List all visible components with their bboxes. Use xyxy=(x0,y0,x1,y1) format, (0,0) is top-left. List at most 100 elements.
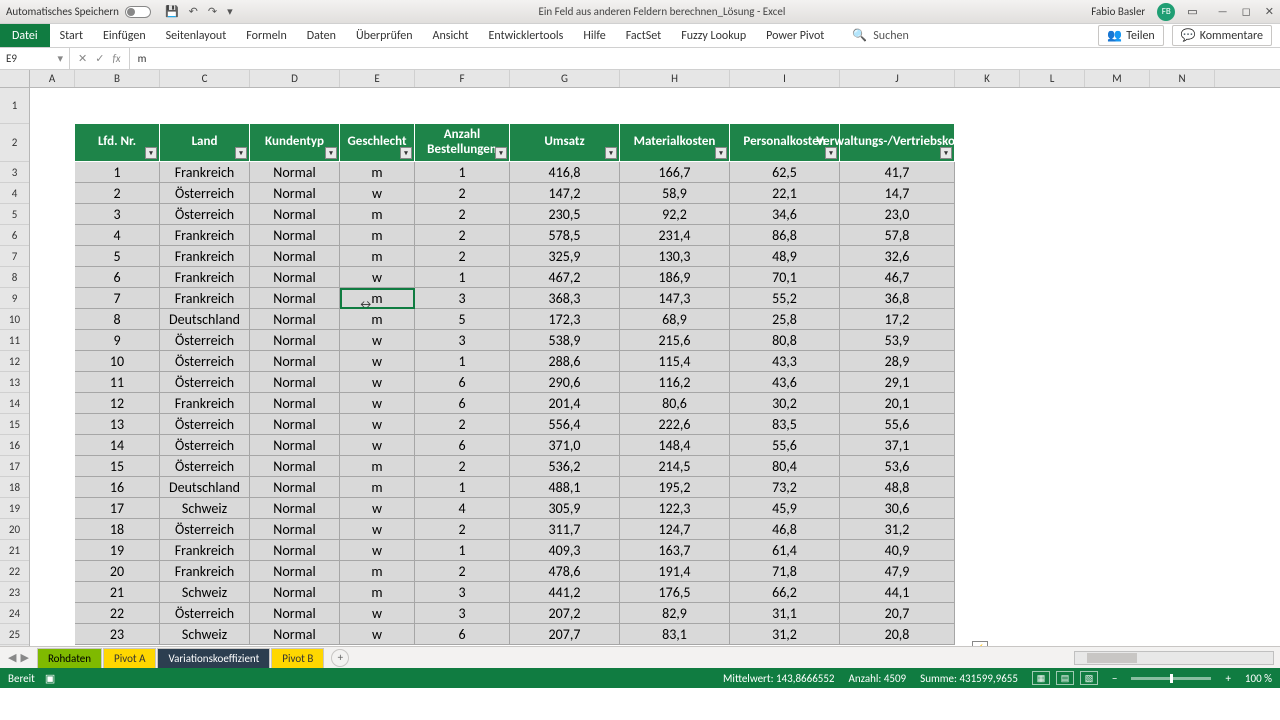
col-header[interactable]: L xyxy=(1020,70,1085,87)
worksheet-grid[interactable]: ABCDEFGHIJKLMN 1234567891011121314151617… xyxy=(0,70,1280,646)
col-header[interactable]: I xyxy=(730,70,840,87)
row-header[interactable]: 2 xyxy=(0,124,29,162)
save-icon[interactable]: 💾 xyxy=(165,5,179,18)
fx-icon[interactable]: fx xyxy=(112,52,120,65)
sheet-tab[interactable]: Pivot A xyxy=(103,648,156,668)
col-header[interactable]: E xyxy=(340,70,415,87)
tab-ansicht[interactable]: Ansicht xyxy=(423,24,479,47)
table-row[interactable]: 4FrankreichNormalm2578,5231,486,857,8 xyxy=(30,225,1215,246)
table-row[interactable]: 22ÖsterreichNormalw3207,282,931,120,7 xyxy=(30,603,1215,624)
col-header[interactable]: H xyxy=(620,70,730,87)
sheet-tab[interactable]: Rohdaten xyxy=(37,648,102,668)
tab-file[interactable]: Datei xyxy=(0,24,50,47)
table-row[interactable]: 9ÖsterreichNormalw3538,9215,680,853,9 xyxy=(30,330,1215,351)
col-header[interactable]: K xyxy=(955,70,1020,87)
row-header[interactable]: 24 xyxy=(0,603,29,624)
row-header[interactable]: 6 xyxy=(0,225,29,246)
row-header[interactable]: 1 xyxy=(0,88,29,124)
row-header[interactable]: 13 xyxy=(0,372,29,393)
smarttag-icon[interactable]: ⚡ xyxy=(972,641,988,646)
table-row[interactable]: 18ÖsterreichNormalw2311,7124,746,831,2 xyxy=(30,519,1215,540)
sheet-tab[interactable]: Variationskoeffizient xyxy=(157,648,270,668)
table-row[interactable]: 19FrankreichNormalw1409,3163,761,440,9 xyxy=(30,540,1215,561)
row-header[interactable]: 8 xyxy=(0,267,29,288)
redo-icon[interactable]: ↷ xyxy=(208,5,217,18)
table-row[interactable]: 17SchweizNormalw4305,9122,345,930,6 xyxy=(30,498,1215,519)
filter-icon[interactable]: ▾ xyxy=(325,147,337,159)
table-header[interactable]: Land▾ xyxy=(160,124,250,162)
table-header[interactable]: Lfd. Nr.▾ xyxy=(75,124,160,162)
row-header[interactable]: 14 xyxy=(0,393,29,414)
zoom-level[interactable]: 100 % xyxy=(1245,672,1272,685)
table-header[interactable]: Umsatz▾ xyxy=(510,124,620,162)
filter-icon[interactable]: ▾ xyxy=(495,147,507,159)
row-header[interactable]: 7 xyxy=(0,246,29,267)
col-header[interactable]: G xyxy=(510,70,620,87)
col-header[interactable]: D xyxy=(250,70,340,87)
table-row[interactable]: 20FrankreichNormalm2478,6191,471,847,9 xyxy=(30,561,1215,582)
tab-start[interactable]: Start xyxy=(50,24,93,47)
table-header[interactable]: Geschlecht▾ xyxy=(340,124,415,162)
table-row[interactable]: 6FrankreichNormalw1467,2186,970,146,7 xyxy=(30,267,1215,288)
table-row[interactable]: 2ÖsterreichNormalw2147,258,922,114,7 xyxy=(30,183,1215,204)
tab-fuzzy lookup[interactable]: Fuzzy Lookup xyxy=(671,24,756,47)
avatar[interactable]: FB xyxy=(1157,3,1175,21)
table-row[interactable]: 16DeutschlandNormalm1488,1195,273,248,8 xyxy=(30,477,1215,498)
tab-entwicklertools[interactable]: Entwicklertools xyxy=(479,24,574,47)
select-all-corner[interactable] xyxy=(0,70,30,88)
close-icon[interactable]: ✕ xyxy=(1265,5,1274,18)
row-header[interactable]: 22 xyxy=(0,561,29,582)
table-row[interactable]: 23SchweizNormalw6207,783,131,220,8 xyxy=(30,624,1215,645)
table-header[interactable]: Verwaltungs-/Vertriebskosten▾ xyxy=(840,124,955,162)
row-header[interactable]: 20 xyxy=(0,519,29,540)
filter-icon[interactable]: ▾ xyxy=(605,147,617,159)
sheet-tab[interactable]: Pivot B xyxy=(271,648,324,668)
share-button[interactable]: 👥Teilen xyxy=(1098,25,1164,46)
autosave-toggle[interactable]: Automatisches Speichern xyxy=(6,5,151,18)
macro-record-icon[interactable]: ▣ xyxy=(45,672,55,685)
formula-input[interactable]: m xyxy=(130,52,1280,65)
row-header[interactable]: 21 xyxy=(0,540,29,561)
sheet-nav-next-icon[interactable]: ▶ xyxy=(20,651,28,664)
horizontal-scrollbar[interactable] xyxy=(1074,651,1274,665)
row-header[interactable]: 19 xyxy=(0,498,29,519)
table-row[interactable]: 14ÖsterreichNormalw6371,0148,455,637,1 xyxy=(30,435,1215,456)
zoom-slider[interactable] xyxy=(1131,677,1211,680)
cancel-fx-icon[interactable]: ✕ xyxy=(78,52,87,65)
maximize-icon[interactable]: ◻ xyxy=(1242,5,1251,18)
tab-hilfe[interactable]: Hilfe xyxy=(573,24,615,47)
table-row[interactable]: 11ÖsterreichNormalw6290,6116,243,629,1 xyxy=(30,372,1215,393)
col-header[interactable]: N xyxy=(1150,70,1215,87)
tab-seitenlayout[interactable]: Seitenlayout xyxy=(156,24,237,47)
zoom-out-icon[interactable]: − xyxy=(1112,672,1117,685)
ribbon-search[interactable]: 🔍 Suchen xyxy=(852,24,908,47)
tab-power pivot[interactable]: Power Pivot xyxy=(756,24,834,47)
table-row[interactable]: 10ÖsterreichNormalw1288,6115,443,328,9 xyxy=(30,351,1215,372)
row-header[interactable]: 11 xyxy=(0,330,29,351)
filter-icon[interactable]: ▾ xyxy=(145,147,157,159)
row-header[interactable]: 18 xyxy=(0,477,29,498)
tab-überprüfen[interactable]: Überprüfen xyxy=(346,24,423,47)
enter-fx-icon[interactable]: ✓ xyxy=(95,52,104,65)
row-header[interactable]: 3 xyxy=(0,162,29,183)
row-header[interactable]: 15 xyxy=(0,414,29,435)
row-header[interactable]: 25 xyxy=(0,624,29,645)
table-row[interactable]: 8DeutschlandNormalm5172,368,925,817,2 xyxy=(30,309,1215,330)
row-header[interactable]: 23 xyxy=(0,582,29,603)
tab-einfügen[interactable]: Einfügen xyxy=(93,24,156,47)
name-box[interactable]: E9▾ xyxy=(0,48,70,69)
filter-icon[interactable]: ▾ xyxy=(400,147,412,159)
table-header[interactable]: Kundentyp▾ xyxy=(250,124,340,162)
view-pagebreak-icon[interactable]: ▧ xyxy=(1080,671,1098,685)
table-row[interactable]: 7FrankreichNormalm3368,3147,355,236,8 xyxy=(30,288,1215,309)
table-row[interactable]: 3ÖsterreichNormalm2230,592,234,623,0 xyxy=(30,204,1215,225)
sheet-nav-prev-icon[interactable]: ◀ xyxy=(8,651,16,664)
row-header[interactable]: 4 xyxy=(0,183,29,204)
row-header[interactable]: 16 xyxy=(0,435,29,456)
row-header[interactable]: 10 xyxy=(0,309,29,330)
table-row[interactable]: 21SchweizNormalm3441,2176,566,244,1 xyxy=(30,582,1215,603)
col-header[interactable]: A xyxy=(30,70,75,87)
col-header[interactable]: J xyxy=(840,70,955,87)
col-header[interactable]: F xyxy=(415,70,510,87)
view-pagelayout-icon[interactable]: ▤ xyxy=(1056,671,1074,685)
